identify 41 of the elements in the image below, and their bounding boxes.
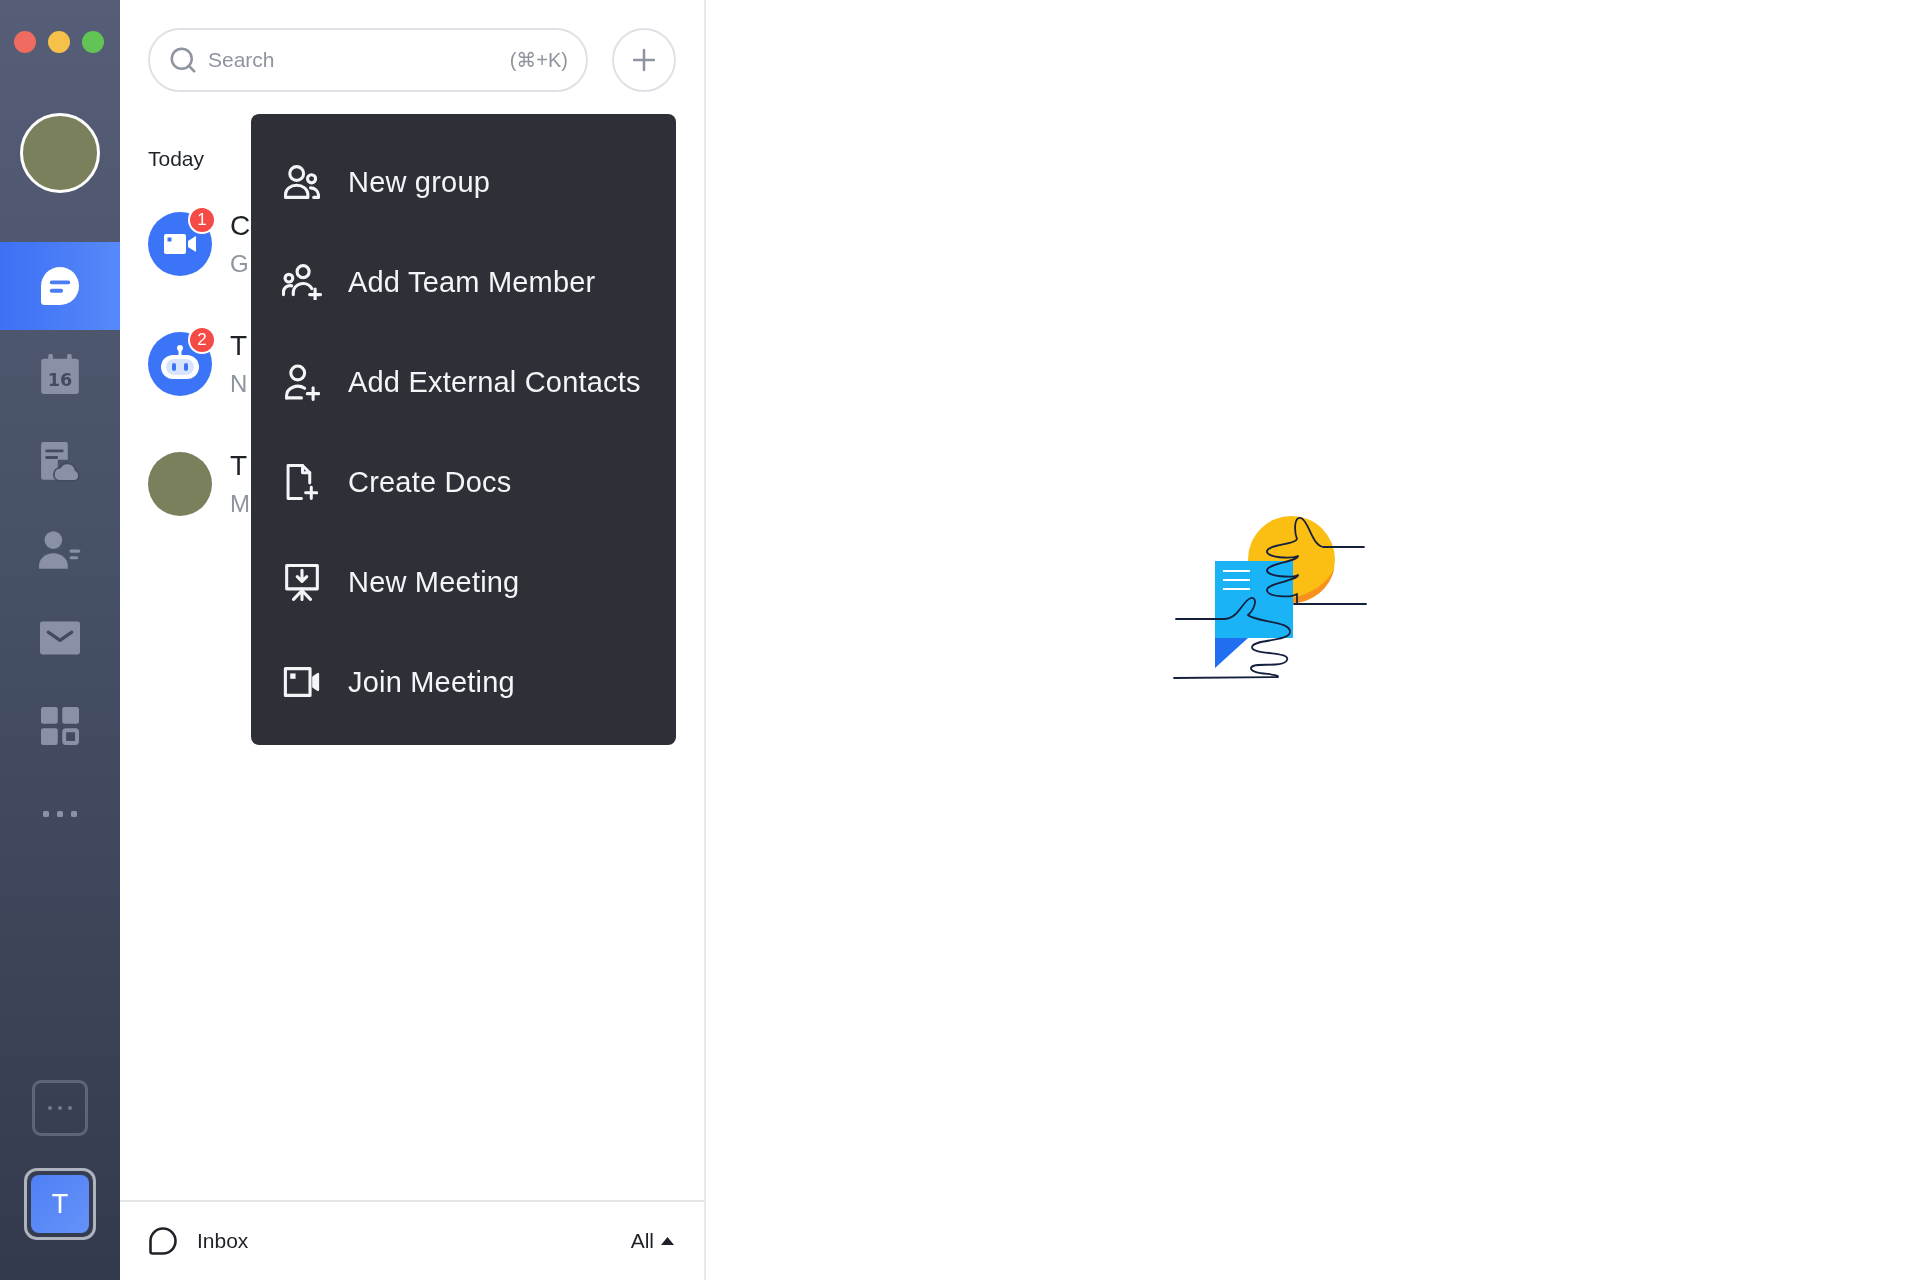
video-camera-icon	[148, 212, 212, 276]
app-grid-icon	[41, 707, 79, 745]
filter-dropdown[interactable]: All	[630, 1229, 674, 1253]
unread-count-badge: 2	[188, 326, 216, 354]
menu-item[interactable]: Add External Contacts	[251, 332, 676, 432]
document-plus-icon	[286, 463, 318, 501]
close-button[interactable]	[14, 31, 36, 53]
unread-count-badge: 1	[188, 206, 216, 234]
envelope-icon	[40, 621, 80, 655]
video-camera-icon	[283, 667, 321, 697]
conversation-preview: G	[230, 249, 249, 279]
caret-icon	[661, 1237, 674, 1245]
more-apps-button[interactable]	[32, 1080, 88, 1136]
more-dots-icon	[43, 811, 77, 817]
two-people-icon	[283, 165, 321, 199]
people-plus-icon	[282, 264, 322, 300]
section-title: Today	[148, 146, 205, 172]
search-icon	[168, 45, 198, 75]
inbox-button[interactable]: Inbox	[149, 1227, 249, 1255]
person-plus-icon	[284, 363, 320, 401]
minimize-button[interactable]	[48, 31, 70, 53]
presentation-screen-icon	[285, 563, 319, 601]
conversation-title: C	[230, 209, 251, 243]
menu-item[interactable]: Add Team Member	[251, 232, 676, 332]
more-dots-icon	[48, 1106, 72, 1110]
menu-item[interactable]: New group	[251, 132, 676, 232]
conversation-title: T	[230, 329, 248, 363]
conversation-preview: N	[230, 369, 248, 399]
shortcut-hint: (⌘+K)	[509, 48, 568, 72]
menu-item[interactable]: Create Docs	[251, 432, 676, 532]
search-input[interactable]: Search	[208, 44, 500, 76]
chat-bubble-icon	[41, 267, 79, 305]
menu-item[interactable]: New Meeting	[251, 532, 676, 632]
person-list-icon	[39, 531, 81, 569]
zoom-button[interactable]	[82, 31, 104, 53]
document-cloud-icon	[40, 442, 80, 482]
conversation-title: T	[230, 449, 248, 483]
chat-bubble-icon	[149, 1227, 177, 1255]
chat-nav-button[interactable]	[0, 242, 120, 330]
conversation-preview: M	[230, 489, 250, 519]
menu-item[interactable]: Join Meeting	[251, 632, 676, 732]
